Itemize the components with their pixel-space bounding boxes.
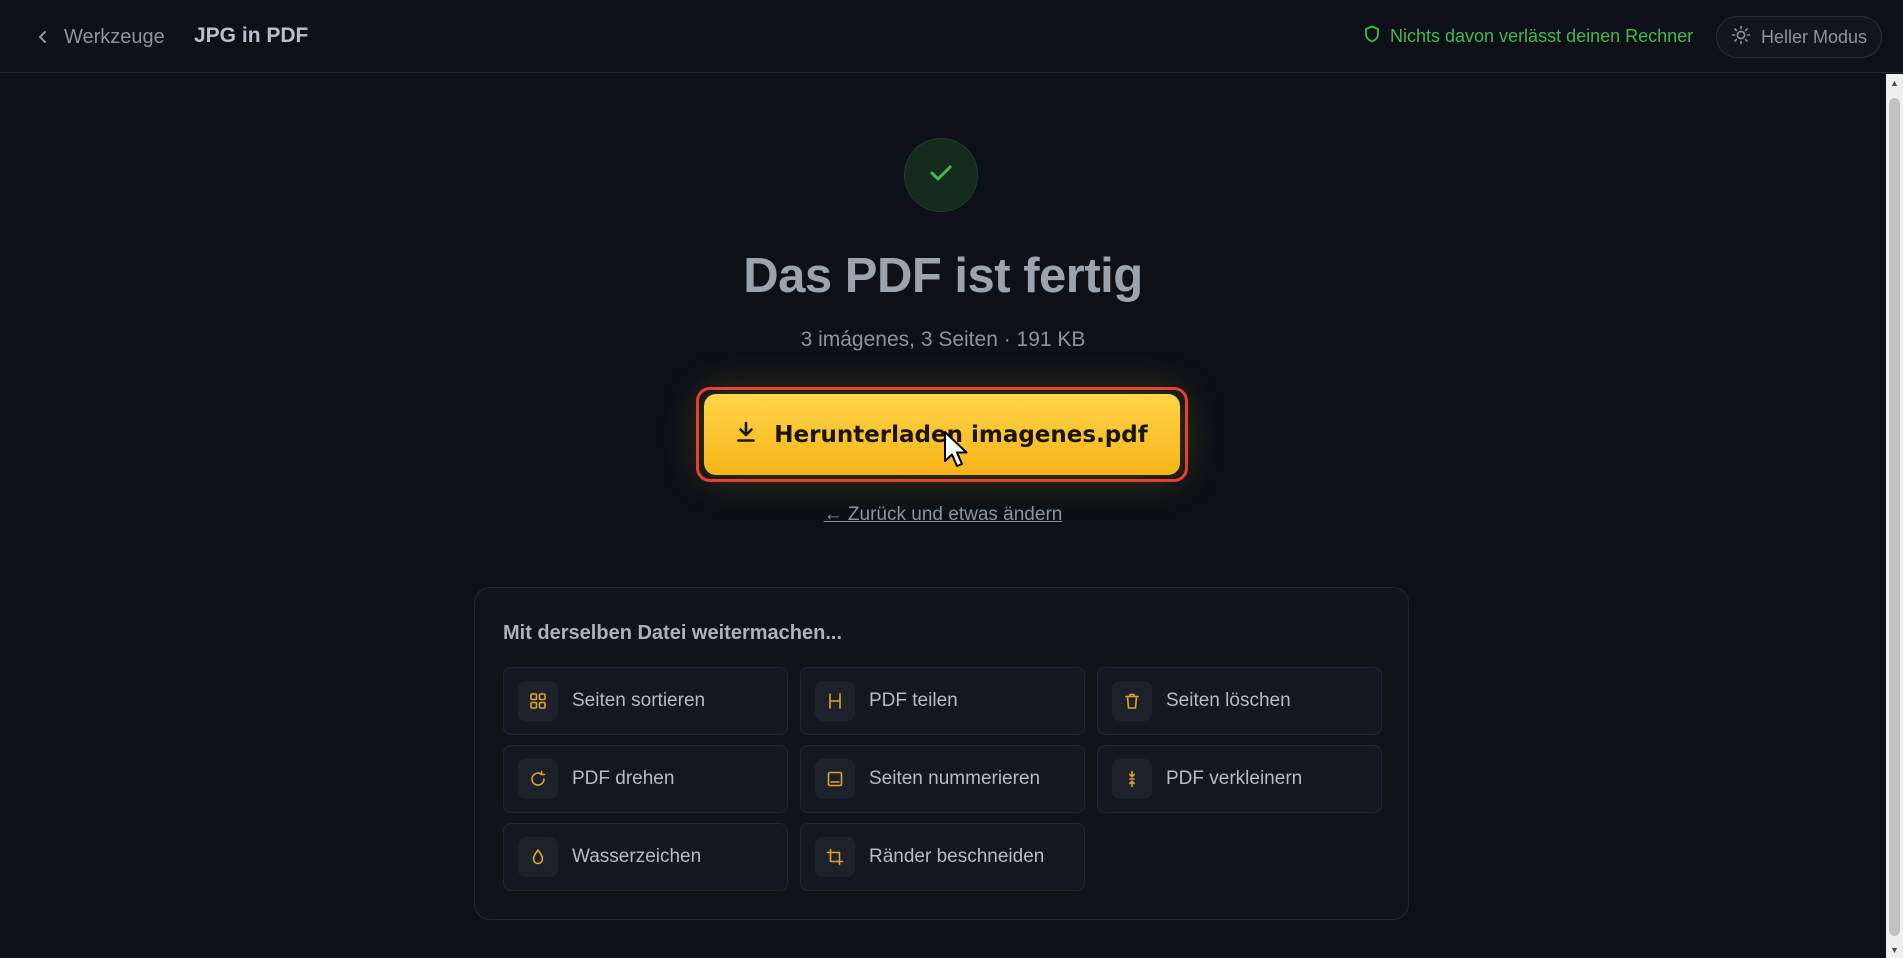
tool-label: Wasserzeichen xyxy=(572,846,702,867)
tool-delete-pages[interactable]: Seiten löschen xyxy=(1097,667,1382,735)
back-and-edit-row: ← Zurück und etwas ändern xyxy=(0,504,1886,526)
continue-with-file-panel: Mit derselben Datei weitermachen... Seit… xyxy=(474,587,1409,920)
sun-icon xyxy=(1731,25,1751,50)
back-link-label: Werkzeuge xyxy=(64,25,165,48)
tool-split-pdf[interactable]: PDF teilen xyxy=(800,667,1085,735)
tool-watermark[interactable]: Wasserzeichen xyxy=(503,823,788,891)
split-icon xyxy=(815,681,855,721)
page-number-icon xyxy=(815,759,855,799)
page-title: JPG in PDF xyxy=(194,24,309,47)
scroll-down-arrow-icon[interactable]: ▼ xyxy=(1886,941,1903,958)
download-pdf-button[interactable]: Herunterladen imagenes.pdf xyxy=(704,394,1180,475)
tool-label: PDF teilen xyxy=(869,690,958,711)
success-badge xyxy=(904,138,978,212)
tool-compress-pdf[interactable]: PDF verkleinern xyxy=(1097,745,1382,813)
rotate-icon xyxy=(518,759,558,799)
tool-label: Seiten sortieren xyxy=(572,690,706,711)
page-scrollbar[interactable]: ▲ ▼ xyxy=(1886,74,1903,958)
tool-crop-margins[interactable]: Ränder beschneiden xyxy=(800,823,1085,891)
tool-number-pages[interactable]: Seiten nummerieren xyxy=(800,745,1085,813)
tool-label: Ränder beschneiden xyxy=(869,846,1045,867)
shield-icon xyxy=(1364,25,1380,48)
back-and-edit-link[interactable]: ← Zurück und etwas ändern xyxy=(824,504,1063,525)
crop-icon xyxy=(815,837,855,877)
tool-label: PDF verkleinern xyxy=(1166,768,1303,789)
scrollbar-thumb[interactable] xyxy=(1889,98,1900,936)
download-icon xyxy=(736,421,756,449)
light-mode-toggle[interactable]: Heller Modus xyxy=(1716,16,1882,58)
privacy-note-text: Nichts davon verlässt deinen Rechner xyxy=(1390,26,1694,46)
privacy-note: Nichts davon verlässt deinen Rechner xyxy=(1364,25,1693,48)
trash-icon xyxy=(1112,681,1152,721)
droplet-icon xyxy=(518,837,558,877)
tool-label: Seiten nummerieren xyxy=(869,768,1041,789)
download-button-label: Herunterladen imagenes.pdf xyxy=(774,421,1148,448)
light-mode-label: Heller Modus xyxy=(1760,26,1868,47)
tool-sort-pages[interactable]: Seiten sortieren xyxy=(503,667,788,735)
chevron-left-icon xyxy=(34,28,52,46)
tool-label: Seiten löschen xyxy=(1166,690,1291,711)
result-summary: 3 imágenes, 3 Seiten · 191 KB xyxy=(800,328,1086,351)
back-to-tools-link[interactable]: Werkzeuge xyxy=(34,20,165,54)
tool-rotate-pdf[interactable]: PDF drehen xyxy=(503,745,788,813)
panel-title: Mit derselben Datei weitermachen... xyxy=(503,622,842,644)
scroll-up-arrow-icon[interactable]: ▲ xyxy=(1886,74,1903,91)
tool-label: PDF drehen xyxy=(572,768,675,789)
top-bar: Werkzeuge JPG in PDF Nichts davon verläs… xyxy=(0,0,1903,73)
grid-icon xyxy=(518,681,558,721)
compress-icon xyxy=(1112,759,1152,799)
checkmark-icon xyxy=(928,162,954,189)
result-headline: Das PDF ist fertig xyxy=(743,249,1143,303)
